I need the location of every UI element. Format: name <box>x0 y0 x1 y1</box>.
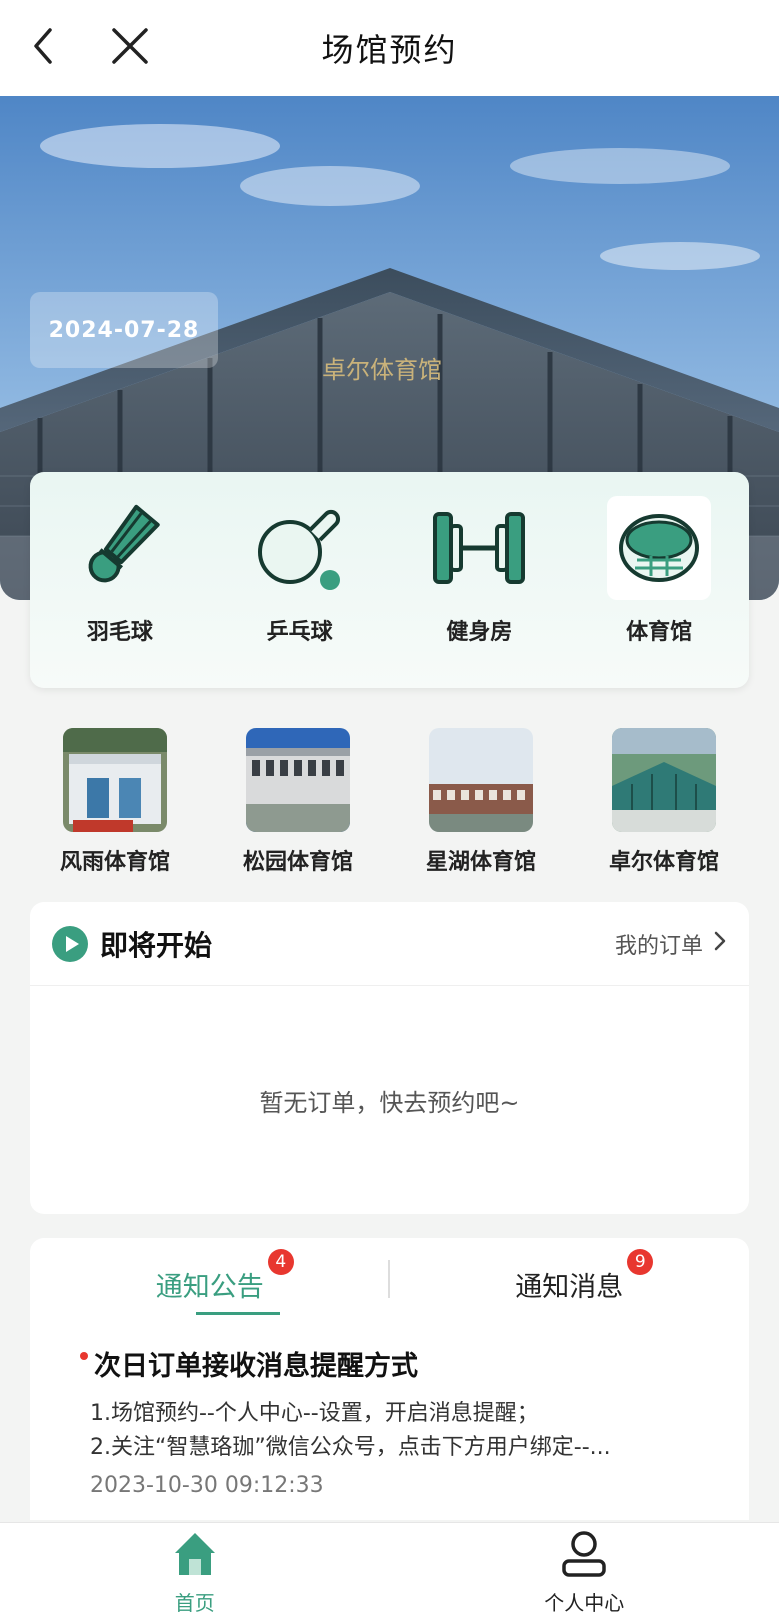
my-orders-label: 我的订单 <box>614 933 703 959</box>
venue-xinghu[interactable]: 星湖体育馆 <box>396 728 566 878</box>
home-icon <box>171 1529 219 1581</box>
back-icon[interactable] <box>26 24 66 68</box>
venue-fengyu[interactable]: 风雨体育馆 <box>30 728 200 878</box>
category-label: 羽毛球 <box>86 620 153 645</box>
category-stadium[interactable]: 体育馆 <box>584 496 734 646</box>
notice-line-2: 2.关注“智慧珞珈”微信公众号，点击下方用户绑定--... <box>90 1435 611 1460</box>
tab-divider <box>388 1260 390 1298</box>
badminton-shuttlecock-icon <box>68 496 172 600</box>
page-title: 场馆预约 <box>321 31 458 69</box>
notice-item[interactable]: 次日订单接收消息提醒方式 1.场馆预约--个人中心--设置，开启消息提醒； 2.… <box>30 1330 749 1498</box>
tab-messages[interactable]: 通知消息 9 <box>390 1238 750 1330</box>
ping-pong-paddle-icon <box>248 496 352 600</box>
venue-thumbnail <box>612 728 716 832</box>
play-icon <box>52 925 88 962</box>
unread-badge: 9 <box>627 1248 654 1275</box>
tab-label: 通知消息 <box>515 1271 624 1303</box>
venue-list: 风雨体育馆 松园体育馆 星湖体育馆 卓尔体育馆 <box>30 728 749 878</box>
notice-title: 次日订单接收消息提醒方式 <box>94 1351 418 1382</box>
empty-orders-text: 暂无订单，快去预约吧~ <box>259 1088 520 1117</box>
venue-songyuan[interactable]: 松园体育馆 <box>213 728 383 878</box>
nav-label: 首页 <box>174 1590 215 1615</box>
category-gym[interactable]: 健身房 <box>404 496 554 646</box>
venue-thumbnail <box>246 728 350 832</box>
notices-card: 通知公告 4 通知消息 9 次日订单接收消息提醒方式 1.场馆预约--个人中心-… <box>30 1238 749 1520</box>
venue-name: 松园体育馆 <box>242 850 353 875</box>
bottom-nav: 首页 个人中心 <box>0 1522 779 1621</box>
venue-zhuoer[interactable]: 卓尔体育馆 <box>579 728 749 878</box>
venue-name: 卓尔体育馆 <box>608 850 719 875</box>
venue-thumbnail <box>429 728 533 832</box>
user-icon <box>560 1529 608 1581</box>
nav-profile[interactable]: 个人中心 <box>390 1523 779 1621</box>
nav-home[interactable]: 首页 <box>0 1523 390 1621</box>
nav-label: 个人中心 <box>544 1590 625 1615</box>
upcoming-title: 即将开始 <box>100 928 213 962</box>
tab-announcements[interactable]: 通知公告 4 <box>30 1238 390 1330</box>
building-sign: 卓尔体育馆 <box>322 356 442 384</box>
upcoming-orders-card: 即将开始 我的订单 暂无订单，快去预约吧~ <box>30 902 749 1214</box>
stadium-icon <box>607 496 712 600</box>
category-label: 健身房 <box>446 620 513 645</box>
category-card: 羽毛球 乒乓球 健身房 体育馆 <box>30 472 749 688</box>
notice-tabs: 通知公告 4 通知消息 9 <box>30 1238 749 1330</box>
category-label: 乒乓球 <box>266 620 333 645</box>
date-badge: 2024-07-28 <box>30 292 218 368</box>
unread-badge: 4 <box>267 1248 294 1275</box>
active-tab-underline <box>196 1312 280 1315</box>
category-label: 体育馆 <box>626 620 693 645</box>
notice-body: 1.场馆预约--个人中心--设置，开启消息提醒； 2.关注“智慧珞珈”微信公众号… <box>90 1397 719 1465</box>
upcoming-header: 即将开始 我的订单 <box>30 902 749 986</box>
venue-thumbnail <box>63 728 167 832</box>
top-nav-bar: 场馆预约 <box>0 0 779 96</box>
dumbbell-icon <box>427 496 531 600</box>
notice-line-1: 1.场馆预约--个人中心--设置，开启消息提醒； <box>90 1401 539 1426</box>
close-icon[interactable] <box>108 24 152 68</box>
venue-name: 风雨体育馆 <box>59 850 170 875</box>
unread-dot <box>80 1352 88 1360</box>
venue-name: 星湖体育馆 <box>425 850 536 875</box>
notice-date: 2023-10-30 09:12:33 <box>90 1473 324 1498</box>
chevron-right-icon <box>713 930 727 958</box>
my-orders-link[interactable]: 我的订单 <box>615 928 727 960</box>
category-pingpong[interactable]: 乒乓球 <box>225 496 375 646</box>
tab-label: 通知公告 <box>155 1271 264 1303</box>
category-badminton[interactable]: 羽毛球 <box>45 496 195 646</box>
